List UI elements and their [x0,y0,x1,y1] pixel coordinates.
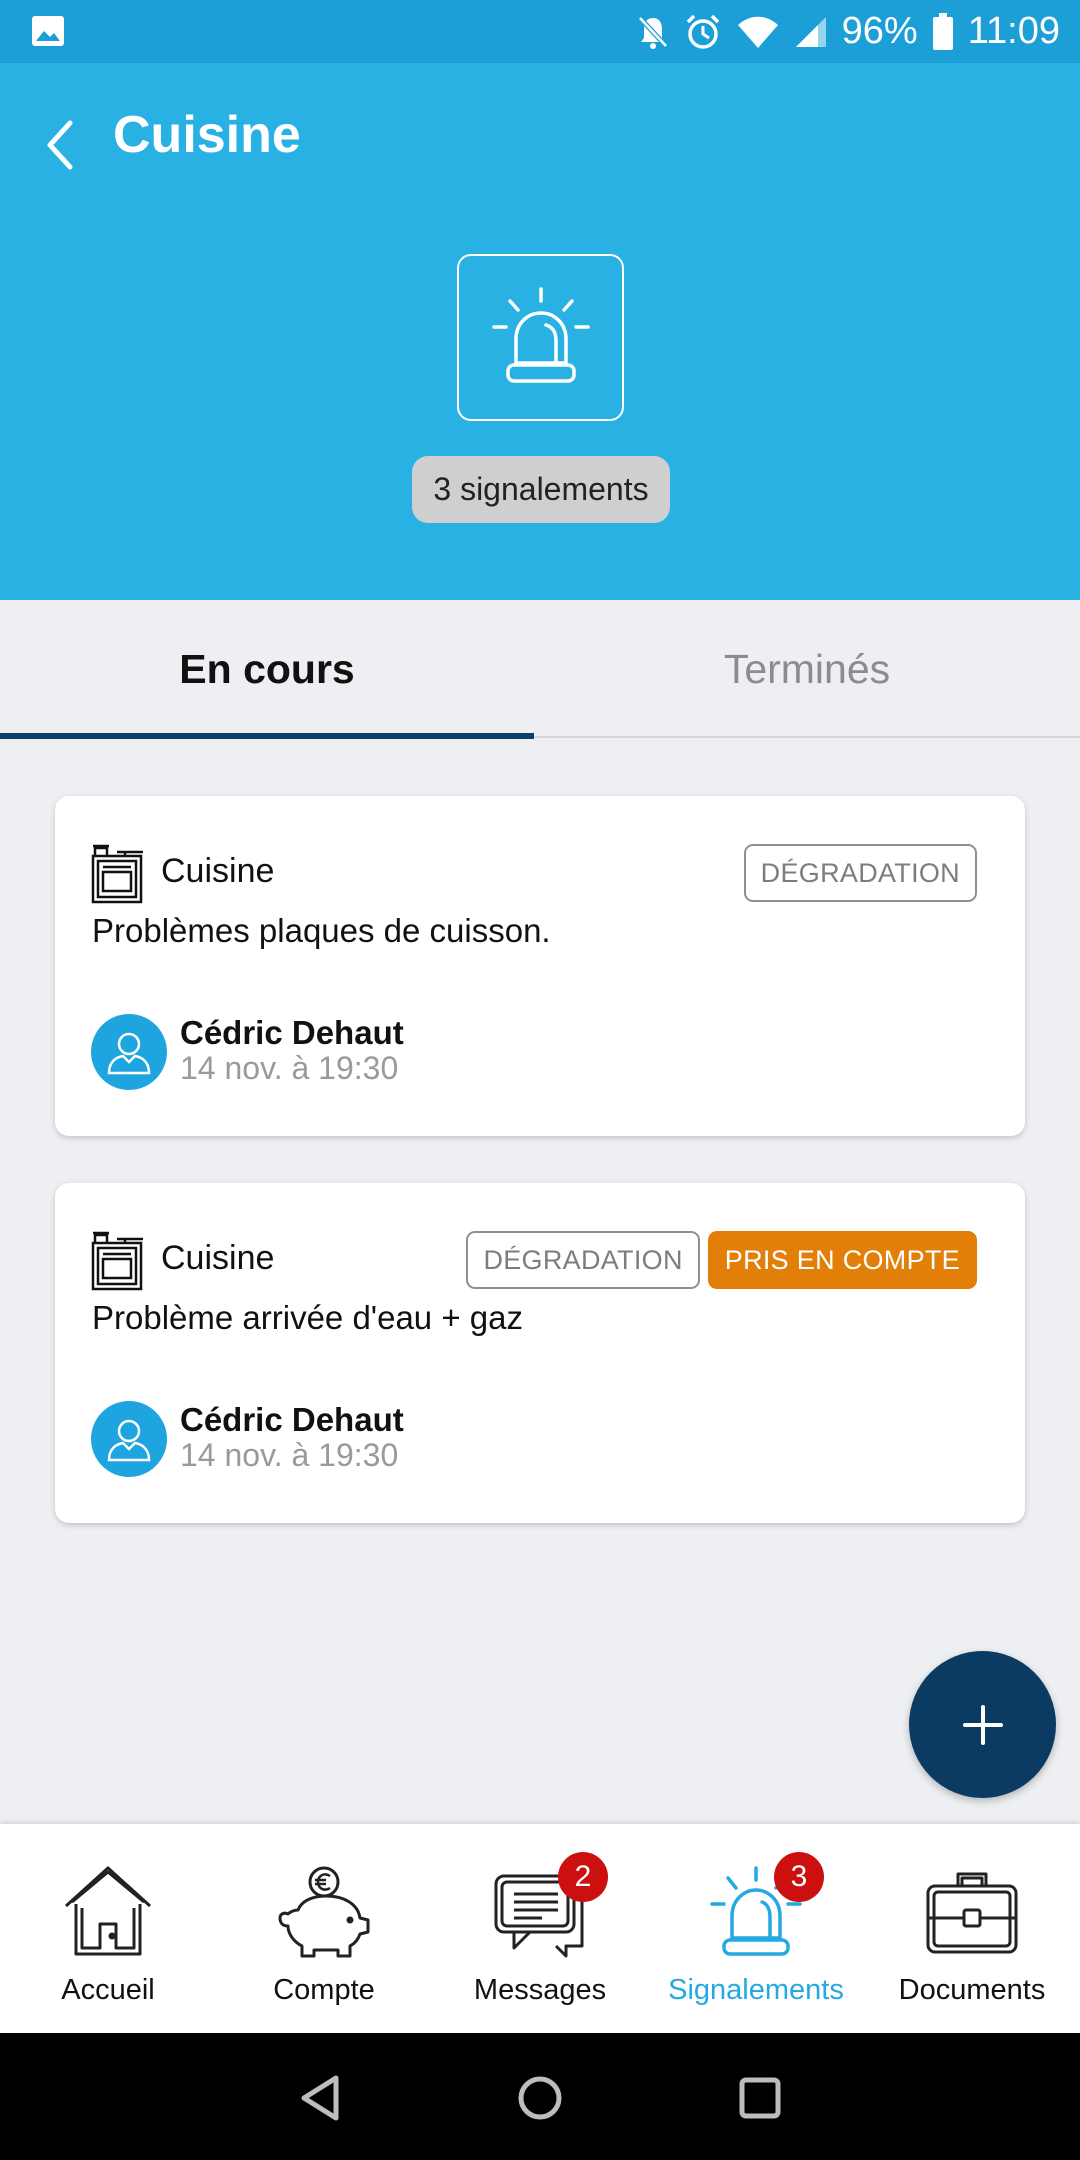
tab-en-cours[interactable]: En cours [0,600,534,738]
plus-icon [962,1704,1003,1745]
room-name: Cuisine [161,1239,275,1277]
image-icon [30,14,66,48]
user-icon [107,1419,151,1462]
system-home-button[interactable] [505,2063,575,2133]
nav-item-messages[interactable]: 2 Messages [432,1824,648,2033]
room-name: Cuisine [161,852,275,890]
triangle-back-icon [301,2075,339,2121]
tag-list: DÉGRADATION [743,844,977,902]
add-report-button[interactable] [909,1651,1056,1798]
page-header: Cuisine 3 signalements [0,63,1080,600]
nav-label: Messages [473,1974,607,2006]
briefcase-icon [922,1862,1022,1962]
report-description: Problèmes plaques de cuisson. [92,912,551,949]
circle-home-icon [518,2076,562,2120]
stove-icon [91,1229,145,1291]
author-name: Cédric Dehaut [180,1401,404,1438]
user-icon [107,1032,151,1075]
report-description: Problème arrivée d'eau + gaz [92,1299,523,1336]
battery-icon [932,12,954,51]
home-icon [58,1862,158,1962]
nav-item-compte[interactable]: Compte [216,1824,432,2033]
active-tab-indicator [0,733,534,739]
bell-off-icon [636,14,670,50]
category-tag: DÉGRADATION [743,844,977,902]
battery-level: 96% [841,10,918,52]
wifi-icon [736,15,780,49]
square-recents-icon [739,2077,781,2119]
status-badge: PRIS EN COMPTE [707,1231,977,1289]
nav-label: Compte [273,1974,375,2006]
alarm-icon [684,13,722,51]
system-navigation-bar [0,2033,1080,2160]
nav-item-signalements[interactable]: 3 Signalements [648,1824,864,2033]
stove-icon [91,842,145,904]
nav-item-accueil[interactable]: Accueil [0,1824,216,2033]
tab-termines[interactable]: Terminés [540,600,1074,738]
chevron-left-icon [47,120,73,170]
reports-count-badge: 3 [774,1852,824,1902]
nav-item-documents[interactable]: Documents [864,1824,1080,2033]
clock: 11:09 [967,10,1060,52]
piggy-bank-icon [274,1862,374,1962]
tab-bar: En cours Terminés [0,600,1080,739]
report-count-badge: 3 signalements [412,456,670,523]
system-back-button[interactable] [285,2063,355,2133]
report-date: 14 nov. à 19:30 [180,1050,399,1086]
alarm-siren-icon [457,254,624,421]
nav-label: Signalements [668,1974,844,2006]
avatar [91,1014,167,1090]
nav-label: Documents [898,1974,1046,2006]
author-name: Cédric Dehaut [180,1014,404,1051]
system-recents-button[interactable] [725,2063,795,2133]
report-card[interactable]: Cuisine DÉGRADATION PRIS EN COMPTE Probl… [55,1183,1025,1523]
signal-icon [794,15,828,49]
back-button[interactable] [34,115,84,175]
bottom-navigation: Accueil Compte 2 Messages 3 Signalements… [0,1824,1080,2033]
status-bar: 96% 11:09 [0,0,1080,63]
report-date: 14 nov. à 19:30 [180,1437,399,1473]
avatar [91,1401,167,1477]
tag-list: DÉGRADATION PRIS EN COMPTE [466,1231,977,1289]
page-title: Cuisine [113,106,301,164]
nav-label: Accueil [61,1974,155,2006]
unread-messages-badge: 2 [558,1852,608,1902]
report-card[interactable]: Cuisine DÉGRADATION Problèmes plaques de… [55,796,1025,1136]
category-tag: DÉGRADATION [466,1231,700,1289]
